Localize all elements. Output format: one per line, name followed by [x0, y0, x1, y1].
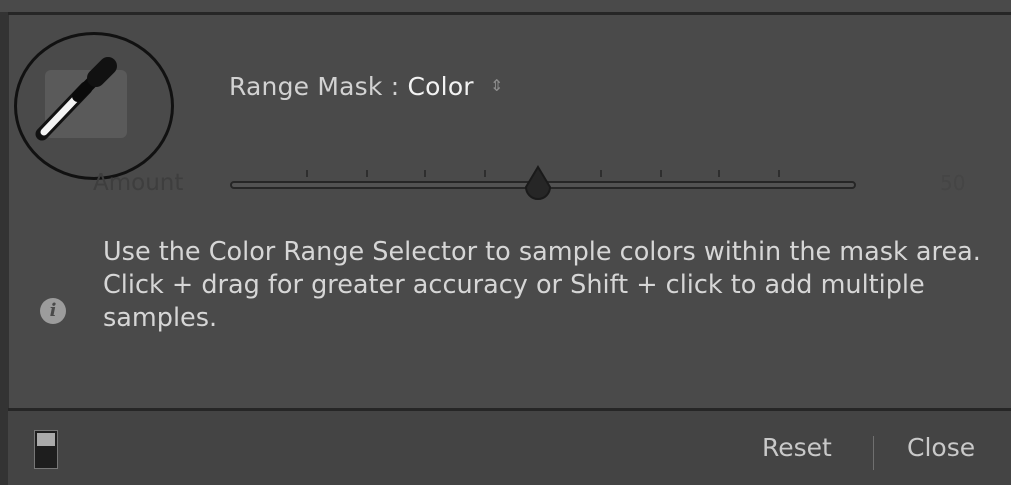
amount-value[interactable]: 50 [940, 171, 965, 195]
slider-tick [424, 170, 426, 177]
slider-tick [484, 170, 486, 177]
range-mask-selector[interactable]: Range Mask : Color ⇕ [229, 72, 504, 101]
panel-footer [8, 411, 1011, 485]
panel-toggle-icon[interactable] [34, 430, 58, 469]
range-mask-panel: Range Mask : Color ⇕ Amount 50 i Use the… [0, 0, 1011, 485]
range-mask-value[interactable]: Color [408, 72, 474, 101]
slider-tick [600, 170, 602, 177]
slider-tick [306, 170, 308, 177]
reset-button[interactable]: Reset [762, 433, 832, 462]
eyedropper-highlight-circle [14, 32, 174, 180]
amount-label: Amount [93, 170, 184, 196]
stepper-icon[interactable]: ⇕ [490, 76, 504, 95]
close-button[interactable]: Close [907, 433, 975, 462]
slider-tick [778, 170, 780, 177]
slider-tick [718, 170, 720, 177]
range-mask-label: Range Mask : [229, 72, 400, 101]
slider-tick [366, 170, 368, 177]
info-icon: i [40, 298, 66, 324]
footer-separator [873, 436, 874, 470]
panel-top-border [8, 12, 1011, 15]
info-text: Use the Color Range Selector to sample c… [103, 237, 981, 333]
amount-slider-thumb[interactable] [522, 165, 554, 201]
slider-tick [660, 170, 662, 177]
